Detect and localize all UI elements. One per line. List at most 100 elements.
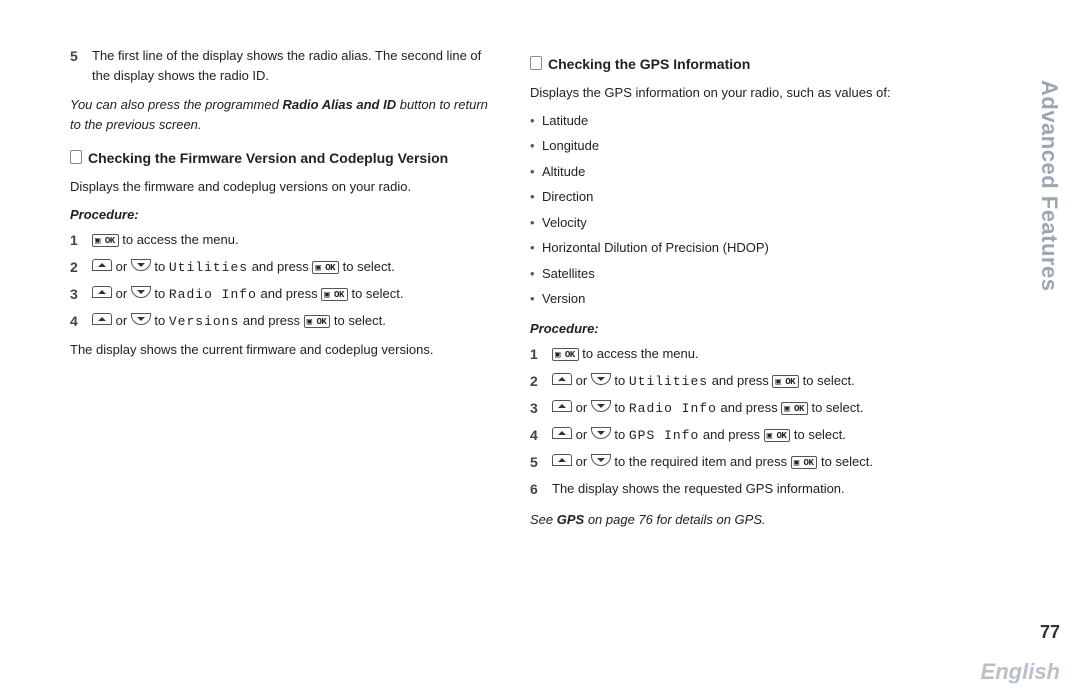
section-title: Checking the GPS Information [548, 54, 750, 75]
menu-item: Versions [169, 314, 239, 329]
up-arrow-icon [552, 427, 572, 439]
t: to [151, 313, 169, 328]
right-column: Checking the GPS Information Displays th… [530, 40, 950, 540]
t: and press [708, 373, 772, 388]
t: or [572, 373, 591, 388]
step-number: 3 [530, 398, 544, 419]
t: or [112, 313, 131, 328]
up-arrow-icon [92, 286, 112, 298]
step-number: 1 [70, 230, 84, 251]
menu-item: Radio Info [169, 287, 257, 302]
left-column: 5 The first line of the display shows th… [70, 40, 490, 540]
up-arrow-icon [552, 373, 572, 385]
procedure-step: 6 The display shows the requested GPS in… [530, 479, 950, 500]
list-item: Horizontal Dilution of Precision (HDOP) [530, 238, 950, 258]
section-icon [70, 150, 82, 164]
step-body: ▣ OK to access the menu. [92, 230, 490, 250]
step-body: or to Utilities and press ▣ OK to select… [552, 371, 950, 392]
t: to select. [339, 259, 395, 274]
continuation-step-5: 5 The first line of the display shows th… [70, 46, 490, 85]
down-arrow-icon [131, 259, 151, 271]
section-title: Checking the Firmware Version and Codepl… [88, 148, 448, 169]
down-arrow-icon [591, 454, 611, 466]
t: to [611, 400, 629, 415]
section-icon [530, 56, 542, 70]
down-arrow-icon [591, 400, 611, 412]
step-number: 5 [530, 452, 544, 473]
procedure-step: 4 or to GPS Info and press ▣ OK to selec… [530, 425, 950, 446]
procedure-step: 5 or to the required item and press ▣ OK… [530, 452, 950, 473]
menu-item: Utilities [629, 374, 708, 389]
t: to select. [348, 286, 404, 301]
t: or [572, 427, 591, 442]
t: and press [248, 259, 312, 274]
footnote-post: on page 76 for details on GPS. [584, 512, 765, 527]
down-arrow-icon [131, 286, 151, 298]
t: to select. [817, 454, 873, 469]
ok-button-icon: ▣ OK [321, 288, 348, 301]
step-body: or to the required item and press ▣ OK t… [552, 452, 950, 472]
radio-alias-note: You can also press the programmed Radio … [70, 95, 490, 134]
procedure-step: 2 or to Utilities and press ▣ OK to sele… [530, 371, 950, 392]
up-arrow-icon [552, 400, 572, 412]
up-arrow-icon [92, 313, 112, 325]
ok-button-icon: ▣ OK [312, 261, 339, 274]
list-item: Longitude [530, 136, 950, 156]
t: to select. [330, 313, 386, 328]
step-number: 3 [70, 284, 84, 305]
step-number: 2 [70, 257, 84, 278]
gps-footnote: See GPS on page 76 for details on GPS. [530, 510, 950, 530]
ok-button-icon: ▣ OK [92, 234, 119, 247]
step-text: The display shows the requested GPS info… [552, 479, 950, 499]
list-item: Version [530, 289, 950, 309]
step-body: or to Versions and press ▣ OK to select. [92, 311, 490, 332]
note-bold: Radio Alias and ID [282, 97, 396, 112]
list-item: Latitude [530, 111, 950, 131]
t: to select. [808, 400, 864, 415]
step-number: 2 [530, 371, 544, 392]
list-item: Altitude [530, 162, 950, 182]
section-intro: Displays the firmware and codeplug versi… [70, 177, 490, 197]
step-text: The first line of the display shows the … [92, 46, 490, 85]
step-body: or to Radio Info and press ▣ OK to selec… [552, 398, 950, 419]
t: to [151, 286, 169, 301]
menu-item: Utilities [169, 260, 248, 275]
t: to select. [790, 427, 846, 442]
ok-button-icon: ▣ OK [304, 315, 331, 328]
procedure-step: 2 or to Utilities and press ▣ OK to sele… [70, 257, 490, 278]
step-body: or to Radio Info and press ▣ OK to selec… [92, 284, 490, 305]
list-item: Velocity [530, 213, 950, 233]
step-body: or to Utilities and press ▣ OK to select… [92, 257, 490, 278]
ok-button-icon: ▣ OK [552, 348, 579, 361]
t: to select. [799, 373, 855, 388]
t: or [112, 259, 131, 274]
step-number: 6 [530, 479, 544, 500]
section-heading-gps: Checking the GPS Information [530, 54, 950, 75]
t: to [611, 427, 629, 442]
down-arrow-icon [591, 427, 611, 439]
up-arrow-icon [92, 259, 112, 271]
t: or [572, 454, 591, 469]
menu-item: GPS Info [629, 428, 699, 443]
list-item: Direction [530, 187, 950, 207]
list-item: Satellites [530, 264, 950, 284]
down-arrow-icon [591, 373, 611, 385]
step-number: 1 [530, 344, 544, 365]
procedure-label: Procedure: [530, 319, 950, 339]
step-number: 4 [530, 425, 544, 446]
page-content: 5 The first line of the display shows th… [0, 0, 1000, 580]
t: and press [717, 400, 781, 415]
procedure-step: 3 or to Radio Info and press ▣ OK to sel… [70, 284, 490, 305]
ok-button-icon: ▣ OK [781, 402, 808, 415]
side-tab: Advanced Features [1033, 80, 1066, 291]
down-arrow-icon [131, 313, 151, 325]
step-number: 4 [70, 311, 84, 332]
up-arrow-icon [552, 454, 572, 466]
step-number: 5 [70, 46, 84, 67]
language-label: English [981, 655, 1060, 688]
t: to [611, 373, 629, 388]
section-heading-firmware: Checking the Firmware Version and Codepl… [70, 148, 490, 169]
ok-button-icon: ▣ OK [764, 429, 791, 442]
t: or [112, 286, 131, 301]
procedure-step: 1 ▣ OK to access the menu. [530, 344, 950, 365]
